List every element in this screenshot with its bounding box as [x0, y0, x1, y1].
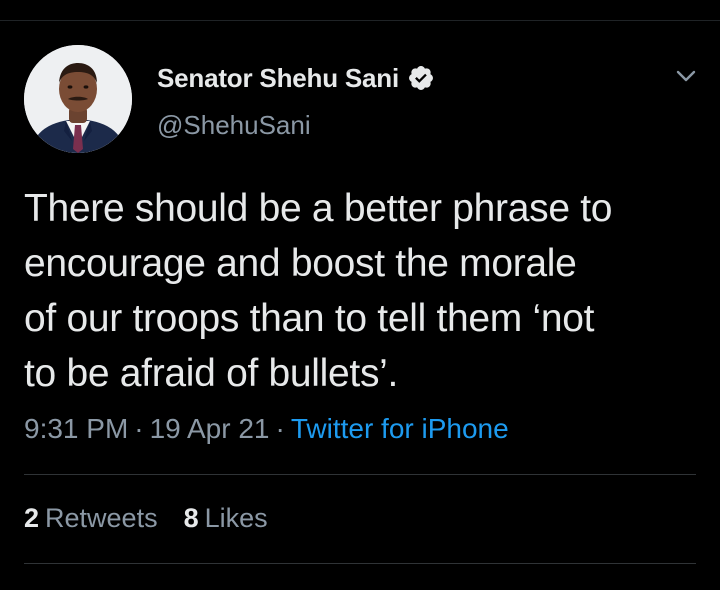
- tweet-meta: 9:31 PM · 19 Apr 21 · Twitter for iPhone: [24, 413, 509, 445]
- top-divider: [0, 20, 720, 21]
- author-name-row[interactable]: Senator Shehu Sani: [157, 60, 435, 96]
- author-handle[interactable]: @ShehuSani: [157, 110, 311, 141]
- divider: [24, 474, 696, 475]
- author-display-name[interactable]: Senator Shehu Sani: [157, 63, 399, 94]
- tweet-date[interactable]: 19 Apr 21: [150, 413, 270, 444]
- divider: [24, 563, 696, 564]
- tweet-text: There should be a better phrase to encou…: [24, 187, 613, 395]
- tweet-source-link[interactable]: Twitter for iPhone: [291, 413, 509, 444]
- tweet-time[interactable]: 9:31 PM: [24, 413, 128, 444]
- retweets-stat[interactable]: 2 Retweets: [24, 503, 158, 534]
- retweets-label: Retweets: [45, 503, 158, 533]
- avatar[interactable]: [24, 45, 132, 153]
- chevron-down-icon[interactable]: [672, 62, 700, 90]
- meta-separator: ·: [134, 413, 144, 444]
- avatar-image: [24, 45, 132, 153]
- likes-count: 8: [183, 503, 199, 533]
- likes-label: Likes: [204, 503, 268, 533]
- retweets-count: 2: [24, 503, 40, 533]
- verified-badge-icon: [407, 64, 435, 92]
- meta-separator: ·: [275, 413, 285, 444]
- tweet-stats: 2 Retweets 8 Likes: [24, 503, 294, 534]
- likes-stat[interactable]: 8 Likes: [184, 503, 268, 534]
